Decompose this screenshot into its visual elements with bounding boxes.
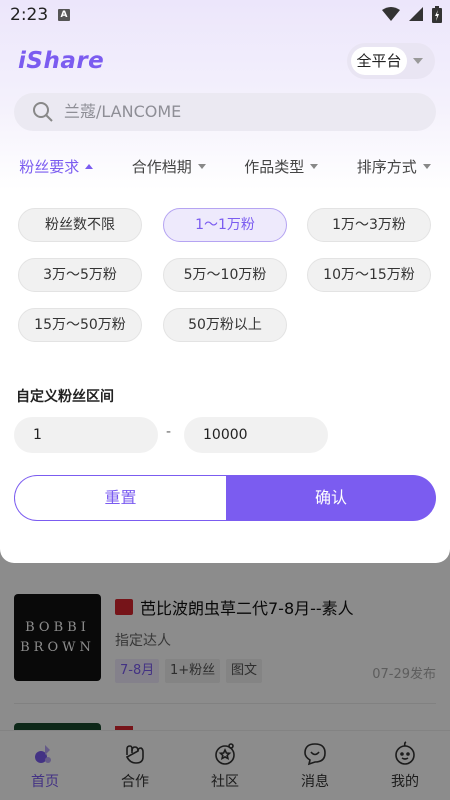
platform-label: 全平台 — [351, 47, 407, 75]
min-fans-input[interactable] — [14, 417, 158, 453]
status-time: 2:23 — [10, 5, 49, 25]
fan-option-50k-100k[interactable]: 5万～10万粉 — [163, 258, 287, 292]
app-logo: iShare — [18, 48, 105, 74]
filter-tabs: 粉丝要求 合作档期 作品类型 排序方式 — [0, 148, 450, 184]
chevron-down-icon — [422, 163, 431, 169]
search-bar[interactable]: 兰蔻/LANCOME — [14, 93, 436, 131]
tab-label: 粉丝要求 — [19, 157, 80, 176]
confirm-button[interactable]: 确认 — [226, 475, 436, 521]
signal-icon — [409, 7, 423, 21]
tab-cooperation-schedule[interactable]: 合作档期 — [113, 148, 226, 184]
search-placeholder: 兰蔻/LANCOME — [64, 102, 182, 121]
fan-option-10k-30k[interactable]: 1万～3万粉 — [307, 208, 431, 242]
reset-button[interactable]: 重置 — [14, 475, 226, 521]
max-fans-input[interactable] — [184, 417, 328, 453]
status-bar: 2:23 A — [0, 0, 450, 30]
fan-option-500k-plus[interactable]: 50万粉以上 — [163, 308, 287, 342]
notification-icon: A — [58, 9, 70, 21]
custom-range-title: 自定义粉丝区间 — [16, 389, 114, 405]
chevron-up-icon — [85, 163, 94, 169]
header: 2:23 A iShare 全平台 兰蔻/LANCOME 粉丝要求 合作档期 作… — [0, 0, 450, 190]
wifi-icon — [382, 7, 400, 21]
tab-label: 排序方式 — [356, 157, 417, 176]
chevron-down-icon — [413, 58, 423, 64]
status-icons — [382, 6, 442, 23]
fan-filter-panel: 粉丝数不限 1～1万粉 1万～3万粉 3万～5万粉 5万～10万粉 10万～15… — [0, 188, 450, 563]
battery-icon — [432, 6, 442, 23]
tab-label: 作品类型 — [244, 157, 305, 176]
fan-option-100k-150k[interactable]: 10万～15万粉 — [307, 258, 431, 292]
fan-option-30k-50k[interactable]: 3万～5万粉 — [18, 258, 142, 292]
tab-label: 合作档期 — [131, 157, 192, 176]
chevron-down-icon — [310, 163, 319, 169]
fan-option-unlimited[interactable]: 粉丝数不限 — [18, 208, 142, 242]
search-icon — [33, 102, 53, 122]
tab-sort[interactable]: 排序方式 — [338, 148, 450, 184]
range-separator: - — [166, 424, 172, 440]
fan-option-150k-500k[interactable]: 15万～50万粉 — [18, 308, 142, 342]
platform-selector[interactable]: 全平台 — [347, 43, 435, 79]
fan-option-0-10k[interactable]: 1～1万粉 — [163, 208, 287, 242]
tab-fan-requirement[interactable]: 粉丝要求 — [0, 148, 113, 184]
tab-work-type[interactable]: 作品类型 — [225, 148, 338, 184]
chevron-down-icon — [197, 163, 206, 169]
